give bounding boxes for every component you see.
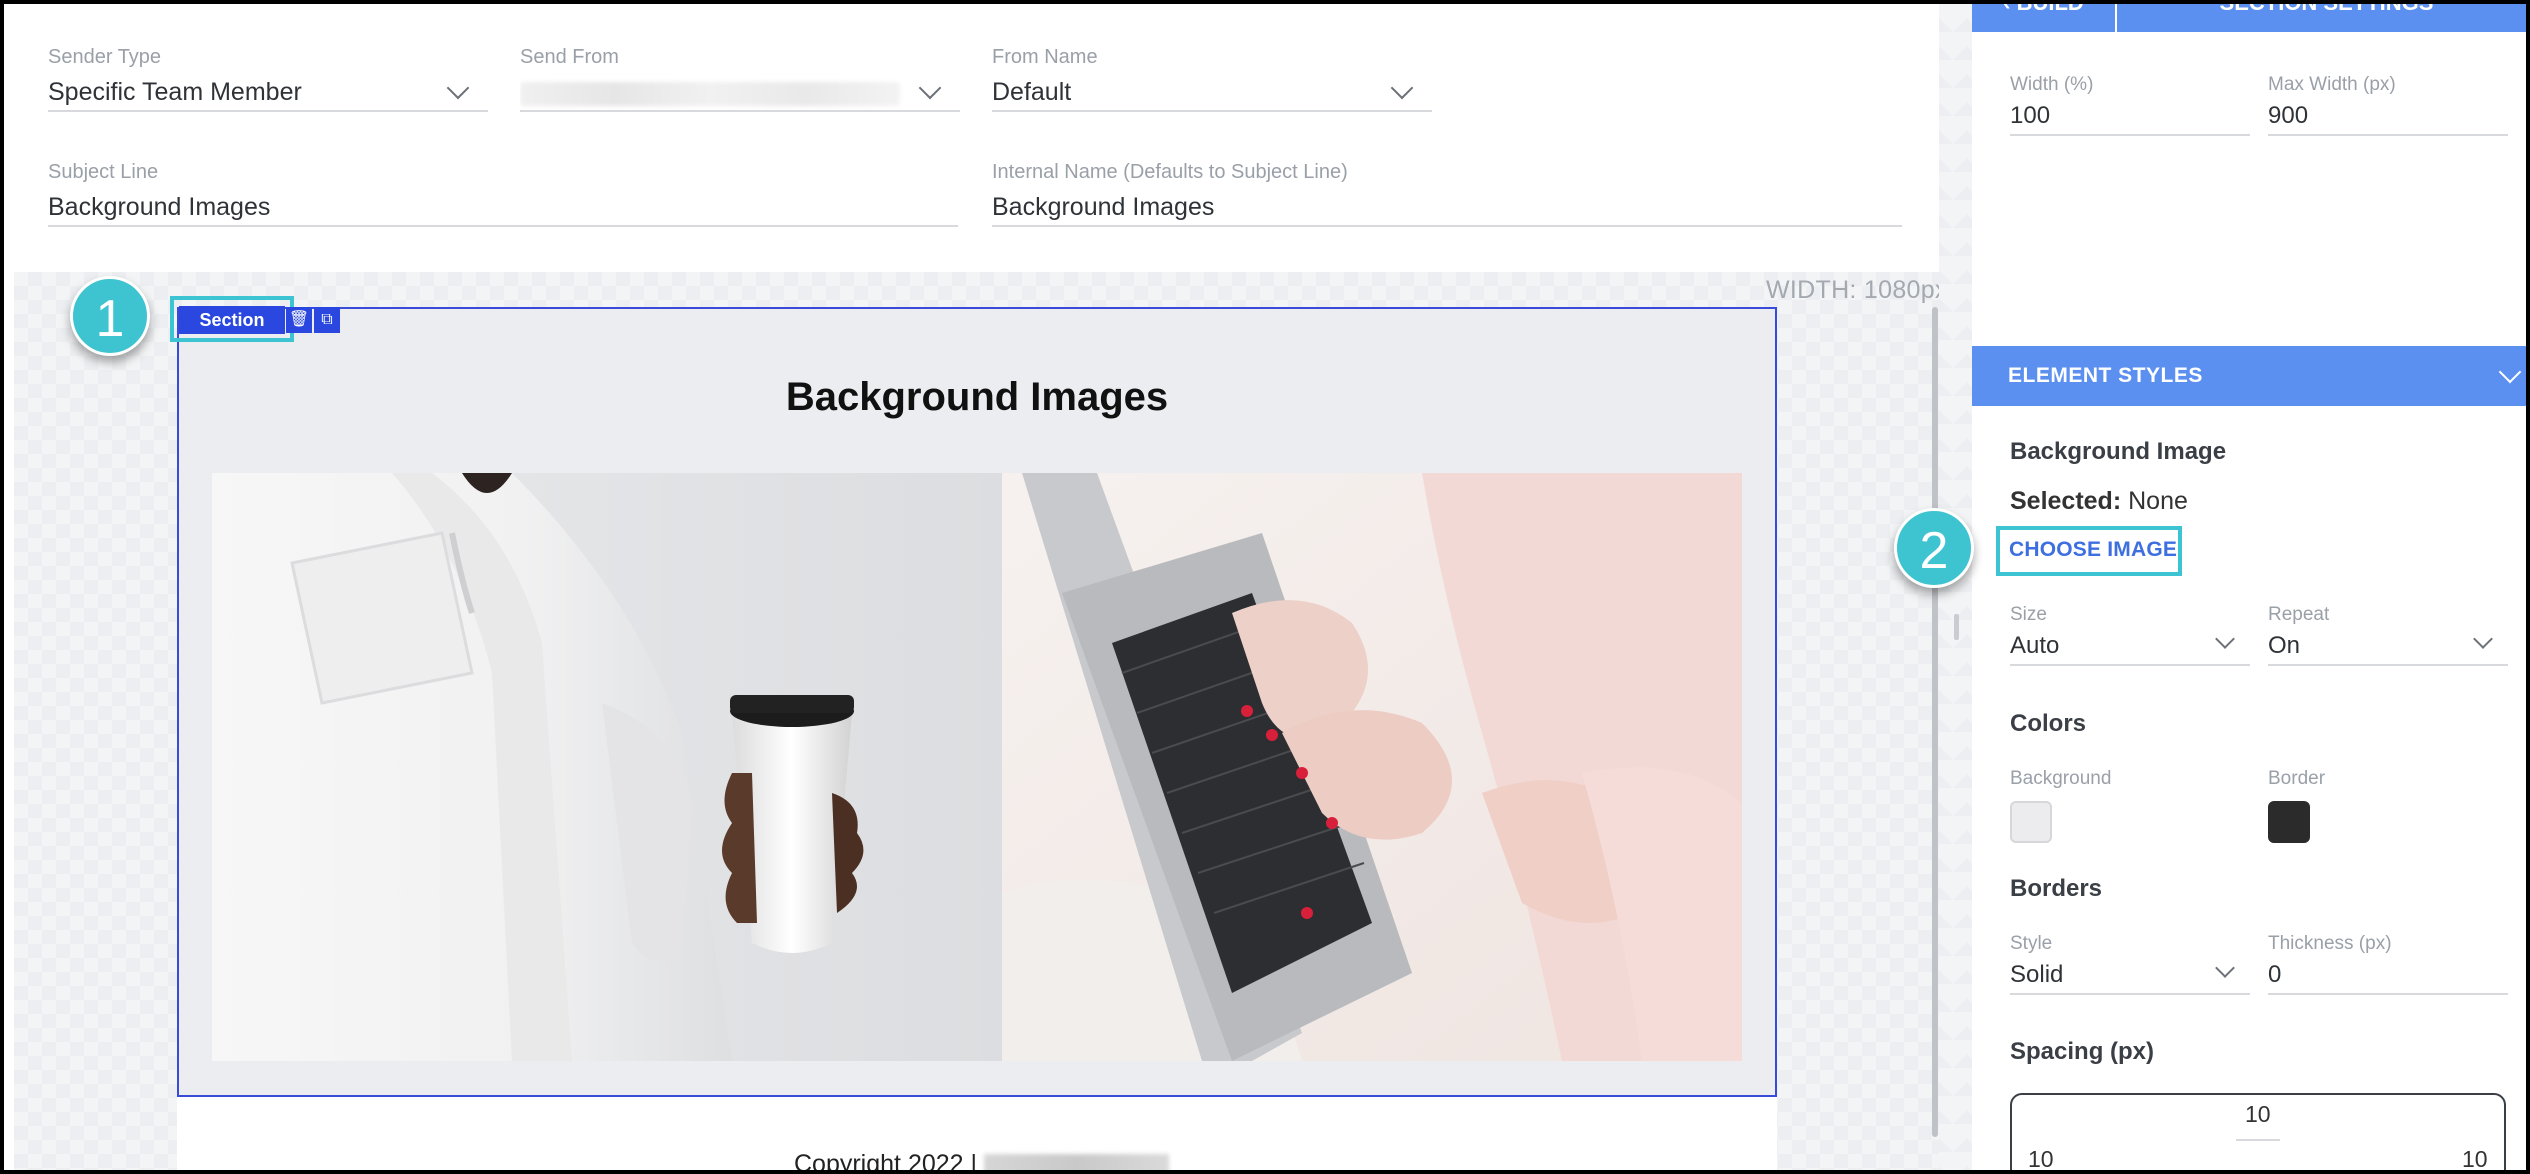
duplicate-icon[interactable]: ⧉ xyxy=(314,307,340,333)
background-color-swatch[interactable] xyxy=(2010,801,2052,843)
subject-line-field[interactable]: Subject Line Background Images xyxy=(48,161,958,237)
callout-step-1: 1 xyxy=(70,276,150,356)
canvas-scrollbar[interactable] xyxy=(1932,307,1938,1137)
redacted-company-name xyxy=(984,1154,1169,1170)
background-color-label: Background xyxy=(2010,768,2112,789)
panel-tabs: ‹ BUILD SECTION SETTINGS xyxy=(1972,4,2526,32)
panel-resize-handle[interactable] xyxy=(1954,614,1959,640)
callout-step-2: 2 xyxy=(1894,508,1974,588)
repeat-label: Repeat xyxy=(2268,604,2330,625)
spacing-top-underline xyxy=(2236,1139,2280,1141)
coffee-photo-illustration xyxy=(212,473,1002,1061)
border-style-select[interactable]: Solid xyxy=(2010,955,2250,995)
sender-type-label: Sender Type xyxy=(48,46,162,68)
from-name-select[interactable]: Default xyxy=(992,72,1432,112)
chevron-down-icon xyxy=(2215,958,2235,978)
spacing-top-input[interactable]: 10 xyxy=(2245,1101,2271,1128)
size-label: Size xyxy=(2010,604,2047,625)
border-thickness-label: Thickness (px) xyxy=(2268,933,2392,954)
repeat-value: On xyxy=(2268,632,2301,659)
send-from-field[interactable]: Send From xyxy=(520,46,960,122)
photo-laptop[interactable] xyxy=(1002,473,1742,1061)
tab-build[interactable]: ‹ BUILD xyxy=(1972,4,2117,32)
selected-image-status: Selected: None xyxy=(2010,487,2188,516)
border-thickness-field[interactable]: Thickness (px) 0 xyxy=(2268,933,2508,1005)
repeat-field[interactable]: Repeat On xyxy=(2268,604,2508,676)
max-width-label: Max Width (px) xyxy=(2268,74,2396,95)
colors-title: Colors xyxy=(2010,710,2087,737)
chevron-down-icon xyxy=(918,76,942,100)
size-value: Auto xyxy=(2010,632,2060,659)
footer-copyright: Copyright 2022 | xyxy=(794,1150,977,1174)
chevron-down-icon xyxy=(446,76,470,100)
border-style-label: Style xyxy=(2010,933,2053,954)
background-color-field: Background xyxy=(2010,768,2210,790)
size-field[interactable]: Size Auto xyxy=(2010,604,2250,676)
canvas-width-label: WIDTH: 1080px xyxy=(1766,276,1948,304)
repeat-select[interactable]: On xyxy=(2268,626,2508,666)
size-select[interactable]: Auto xyxy=(2010,626,2250,666)
selected-label: Selected: xyxy=(2010,487,2122,515)
borders-title: Borders xyxy=(2010,875,2103,902)
chevron-down-icon xyxy=(2215,629,2235,649)
max-width-field[interactable]: Max Width (px) 900 xyxy=(2268,74,2508,146)
border-style-value: Solid xyxy=(2010,961,2064,988)
from-name-value: Default xyxy=(992,78,1072,106)
element-styles-title: ELEMENT STYLES xyxy=(2008,364,2203,387)
width-percent-input[interactable]: 100 xyxy=(2010,96,2250,136)
border-color-label: Border xyxy=(2268,768,2326,789)
section-title[interactable]: Background Images xyxy=(179,375,1775,420)
border-color-swatch[interactable] xyxy=(2268,801,2310,843)
app-frame: Sender Type Specific Team Member Send Fr… xyxy=(0,0,2530,1174)
internal-name-field[interactable]: Internal Name (Defaults to Subject Line)… xyxy=(992,161,1902,237)
spacing-left-input[interactable]: 10 xyxy=(2028,1146,2054,1170)
sender-type-select[interactable]: Specific Team Member xyxy=(48,72,488,112)
internal-name-input[interactable]: Background Images xyxy=(992,187,1902,227)
border-color-field: Border xyxy=(2268,768,2468,790)
chevron-down-icon xyxy=(1390,76,1414,100)
border-thickness-input[interactable]: 0 xyxy=(2268,955,2508,995)
internal-name-label: Internal Name (Defaults to Subject Line) xyxy=(992,161,1348,183)
chevron-down-icon xyxy=(2498,360,2522,384)
tab-section-settings[interactable]: SECTION SETTINGS xyxy=(2119,4,2526,32)
spacing-title: Spacing (px) xyxy=(2010,1038,2155,1065)
border-style-field[interactable]: Style Solid xyxy=(2010,933,2250,1005)
redacted-value xyxy=(520,82,900,106)
width-percent-field[interactable]: Width (%) 100 xyxy=(2010,74,2250,146)
chevron-down-icon xyxy=(2473,629,2493,649)
from-name-field[interactable]: From Name Default xyxy=(992,46,1432,122)
selected-value: None xyxy=(2128,487,2188,515)
background-image-title: Background Image xyxy=(2010,438,2227,465)
send-from-label: Send From xyxy=(520,46,619,68)
send-from-select[interactable] xyxy=(520,72,960,112)
panel-gutter xyxy=(1939,4,1972,1170)
photo-coffee-cup[interactable] xyxy=(212,473,1002,1061)
subject-line-input[interactable]: Background Images xyxy=(48,187,958,227)
spacing-right-input[interactable]: 10 xyxy=(2462,1146,2488,1170)
width-percent-label: Width (%) xyxy=(2010,74,2094,95)
max-width-input[interactable]: 900 xyxy=(2268,96,2508,136)
section-tag[interactable]: Section xyxy=(179,306,285,334)
element-styles-header[interactable]: ELEMENT STYLES xyxy=(1972,346,2526,406)
sender-type-field[interactable]: Sender Type Specific Team Member xyxy=(48,46,488,122)
laptop-photo-illustration xyxy=(1002,473,1742,1061)
subject-line-label: Subject Line xyxy=(48,161,159,183)
from-name-label: From Name xyxy=(992,46,1098,68)
choose-image-button[interactable]: CHOOSE IMAGE xyxy=(2009,538,2177,562)
trash-icon[interactable]: 🗑 xyxy=(286,307,312,333)
sender-type-value: Specific Team Member xyxy=(48,78,302,106)
